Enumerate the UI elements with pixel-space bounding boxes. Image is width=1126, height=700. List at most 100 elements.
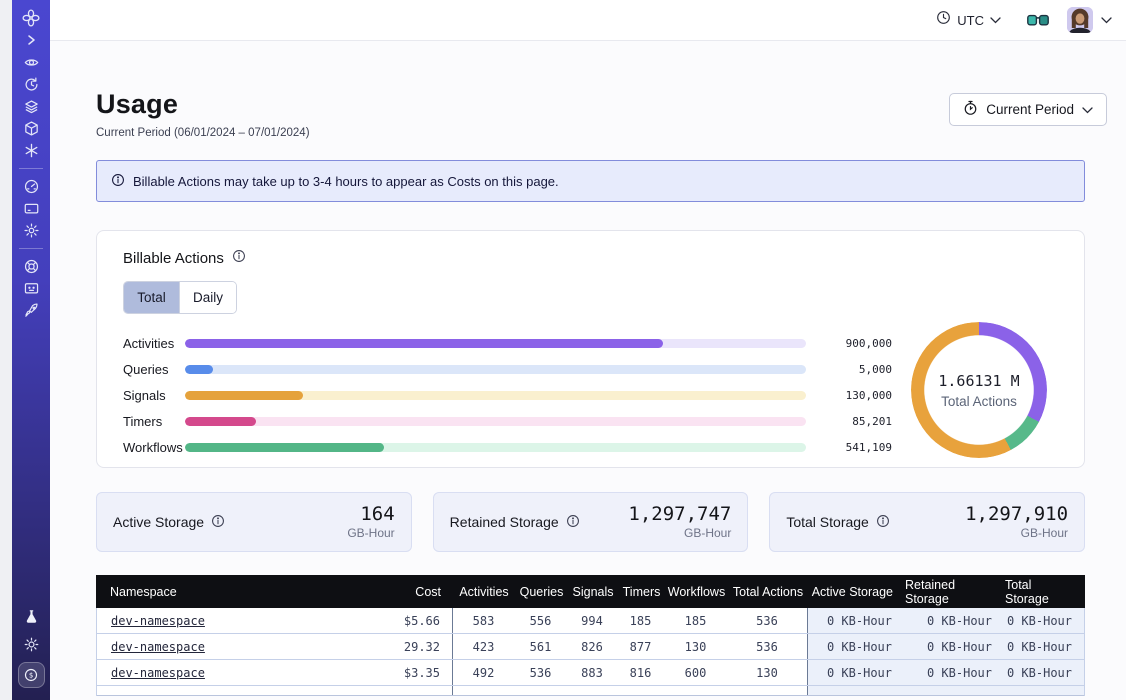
glasses-icon[interactable] [1027,14,1049,27]
total-storage-card: Total Storage 1,297,910 GB-Hour [769,492,1085,552]
billing-card-icon[interactable] [12,200,50,216]
cell-signals: 994 [567,608,617,633]
feedback-monitor-icon[interactable] [12,280,50,296]
table-row-partial [97,686,1084,696]
page-subtitle: Current Period (06/01/2024 – 07/01/2024) [96,127,1096,139]
tab-total[interactable]: Total [124,282,179,313]
current-period-button[interactable]: Current Period [949,93,1107,126]
cell-cost: 29.32 [356,634,452,659]
theme-sun-icon[interactable] [12,636,50,652]
cell-cost: $3.35 [356,660,452,685]
usage-gauge-icon[interactable] [12,178,50,194]
user-avatar[interactable] [1067,7,1093,33]
donut-total-value: 1.66131 M [938,372,1019,390]
total-storage-value: 1,297,910 [965,504,1068,526]
cell-retained-storage: 0 KB-Hour [904,660,1004,685]
cell-timers: 877 [617,634,664,659]
bar-fill [185,365,213,374]
deployments-cube-icon[interactable] [12,120,50,136]
info-banner-text: Billable Actions may take up to 3-4 hour… [133,174,559,189]
tab-daily[interactable]: Daily [179,282,236,313]
cell-total-storage: 0 KB-Hour [1004,634,1084,659]
col-retained-storage: Retained Storage [905,575,1005,608]
sidebar-divider [19,168,43,169]
chevron-down-icon [990,11,1001,29]
schedules-icon[interactable] [12,76,50,92]
col-total-storage: Total Storage [1005,575,1085,608]
info-icon [111,173,125,190]
pricing-coin-icon[interactable]: $ [18,662,45,688]
bar-track [185,417,806,426]
cell-total-actions: 536 [727,608,807,633]
total-storage-label: Total Storage [786,514,869,530]
timezone-label: UTC [957,13,984,28]
getting-started-rocket-icon[interactable] [12,302,50,318]
active-storage-label: Active Storage [113,514,204,530]
info-icon[interactable] [876,514,890,531]
main-content: Usage Current Period (06/01/2024 – 07/01… [50,41,1126,700]
col-timers: Timers [618,575,665,608]
bar-label: Workflows [123,440,185,455]
col-cost: Cost [357,575,453,608]
total-storage-unit: GB-Hour [965,526,1068,540]
info-banner: Billable Actions may take up to 3-4 hour… [96,160,1085,202]
bar-label: Signals [123,388,185,403]
nexus-asterisk-icon[interactable] [12,142,50,158]
cell-workflows: 130 [664,634,727,659]
account-menu-chevron-icon[interactable] [1101,17,1112,24]
col-queries: Queries [515,575,568,608]
stopwatch-icon [963,100,978,119]
cell-activities: 423 [452,634,514,659]
cell-workflows: 185 [664,608,727,633]
bar-fill [185,391,303,400]
cell-retained-storage: 0 KB-Hour [904,634,1004,659]
bar-track [185,339,806,348]
expand-chevron-icon[interactable] [12,32,50,48]
total-daily-tabs: Total Daily [123,281,237,314]
billable-bar-row: Workflows 541,109 [123,434,892,460]
bar-value: 130,000 [820,389,892,402]
namespaces-icon[interactable] [12,54,50,70]
labs-flask-icon[interactable] [12,608,50,624]
cell-timers: 185 [617,608,664,633]
namespace-link[interactable]: dev-namespace [111,640,205,654]
table-row[interactable]: dev-namespace $3.35 492 536 883 816 600 … [97,660,1084,686]
cell-queries: 536 [514,660,567,685]
bar-track [185,391,806,400]
clock-icon [936,10,951,30]
bar-track [185,365,806,374]
settings-gear-icon[interactable] [12,222,50,238]
bar-value: 85,201 [820,415,892,428]
col-signals: Signals [568,575,618,608]
timezone-selector[interactable]: UTC [936,10,1001,30]
temporal-logo-icon[interactable] [12,10,50,26]
billable-bar-row: Timers 85,201 [123,408,892,434]
cell-queries: 561 [514,634,567,659]
namespace-link[interactable]: dev-namespace [111,666,205,680]
current-period-label: Current Period [986,102,1074,117]
namespace-link[interactable]: dev-namespace [111,614,205,628]
cell-retained-storage: 0 KB-Hour [904,608,1004,633]
layers-icon[interactable] [12,98,50,114]
retained-storage-value: 1,297,747 [628,504,731,526]
bar-track [185,443,806,452]
bar-label: Queries [123,362,185,377]
billable-bar-row: Signals 130,000 [123,382,892,408]
cell-total-actions: 536 [727,634,807,659]
cell-signals: 883 [567,660,617,685]
active-storage-unit: GB-Hour [347,526,394,540]
namespace-usage-table: Namespace Cost Activities Queries Signal… [96,575,1085,696]
cell-total-actions: 130 [727,660,807,685]
cell-workflows: 600 [664,660,727,685]
info-icon[interactable] [566,514,580,531]
table-row[interactable]: dev-namespace $5.66 583 556 994 185 185 … [97,608,1084,634]
billable-actions-title: Billable Actions [123,250,224,267]
bar-fill [185,417,256,426]
total-actions-donut: 1.66131 M Total Actions [900,320,1058,460]
table-row[interactable]: dev-namespace 29.32 423 561 826 877 130 … [97,634,1084,660]
billable-bar-chart: Activities 900,000 Queries 5,000 Signals… [123,330,892,460]
info-icon[interactable] [211,514,225,531]
info-icon[interactable] [232,249,246,268]
bar-label: Timers [123,414,185,429]
support-lifebuoy-icon[interactable] [12,258,50,274]
